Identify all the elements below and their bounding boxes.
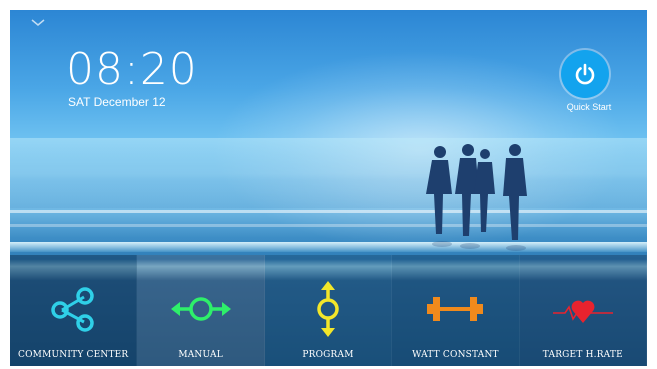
menu-item-watt-constant[interactable]: WATT CONSTANT bbox=[392, 255, 520, 366]
manual-arrows-icon bbox=[169, 279, 233, 339]
menu-item-label: COMMUNITY CENTER bbox=[18, 350, 129, 360]
sea-horizon bbox=[10, 138, 647, 208]
dumbbell-icon bbox=[423, 279, 487, 339]
menu-item-program[interactable]: PROGRAM bbox=[264, 255, 393, 366]
main-menu: COMMUNITY CENTER MANUAL PROGRAM WATT CON… bbox=[10, 255, 647, 366]
menu-item-label: TARGET H.RATE bbox=[542, 350, 623, 360]
quick-start-button[interactable] bbox=[561, 50, 609, 98]
menu-item-label: MANUAL bbox=[178, 350, 223, 360]
beach-line bbox=[10, 242, 647, 252]
menu-item-label: PROGRAM bbox=[302, 350, 354, 360]
power-icon bbox=[575, 63, 595, 85]
heart-rate-icon bbox=[551, 279, 615, 339]
wave-line bbox=[10, 224, 647, 227]
menu-item-manual[interactable]: MANUAL bbox=[137, 255, 265, 366]
clock-date: SAT December 12 bbox=[68, 95, 166, 109]
share-icon bbox=[41, 279, 105, 339]
menu-item-label: WATT CONSTANT bbox=[412, 350, 499, 360]
program-arrows-icon bbox=[296, 279, 360, 339]
menu-item-community-center[interactable]: COMMUNITY CENTER bbox=[10, 255, 138, 366]
wave-line bbox=[10, 210, 647, 213]
runners-image bbox=[426, 144, 527, 251]
chevron-down-icon[interactable] bbox=[30, 18, 46, 28]
menu-item-target-heart-rate[interactable]: TARGET H.RATE bbox=[519, 255, 647, 366]
clock-time: 08:20 bbox=[66, 44, 198, 95]
quick-start-label: Quick Start bbox=[566, 102, 612, 112]
home-screen: 08:20 SAT December 12 Quick Start COMMUN… bbox=[10, 10, 647, 366]
